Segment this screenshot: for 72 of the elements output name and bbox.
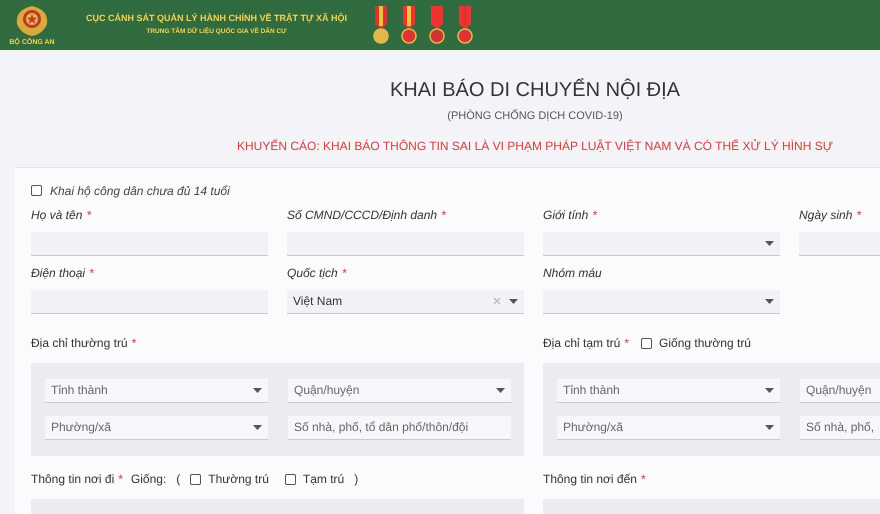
checkbox[interactable] [284, 474, 296, 484]
field-label: Điện thoại [31, 265, 86, 282]
field-label: Thông tin nơi đến [543, 471, 637, 488]
checkbox-label: Khai hộ công dân chưa đủ 14 tuổi [50, 182, 230, 200]
input-field[interactable]: Số nhà, phố, tổ dân phố/thôn/đội [288, 416, 511, 440]
select-field[interactable]: Phường/xã [45, 416, 268, 440]
field-label: Nhóm máu [543, 265, 602, 282]
select-field[interactable] [543, 232, 780, 256]
select-field[interactable] [543, 290, 780, 314]
field-label: Địa chỉ tạm trú [543, 335, 620, 352]
required-mark: * [441, 207, 446, 224]
warning-text: KHUYẾN CÁO: KHAI BÁO THÔNG TIN SAI LÀ VI PHẠM PHÁP LUẬT VIỆT NAM VÀ CÓ THỂ XỬ LÝ HÌNH SỰ [237, 138, 833, 154]
field-label: Địa chỉ thường trú [31, 335, 128, 352]
input-field[interactable] [287, 232, 524, 256]
medal-icon [428, 6, 445, 44]
required-mark: * [640, 471, 646, 488]
caret-icon [765, 388, 774, 392]
input-field[interactable] [31, 232, 268, 256]
field-label: Quốc tịch [287, 265, 338, 282]
medal-icon [456, 6, 473, 44]
caret-icon [765, 240, 774, 246]
select-field[interactable]: Tỉnh thành [557, 378, 780, 402]
placeholder-text: Quận/huyện [294, 382, 360, 399]
placeholder-text: Tỉnh thành [563, 382, 621, 399]
checkbox-label: Tạm trú [302, 471, 344, 488]
required-mark: * [856, 207, 862, 224]
paren-text: ( [176, 471, 180, 488]
select-field[interactable]: Quận/huyện [800, 378, 880, 402]
caret-icon [496, 388, 505, 392]
field-label: Giới tính [543, 207, 588, 224]
required-mark: * [624, 335, 630, 352]
page-subtitle: (PHÒNG CHỐNG DỊCH COVID-19) [447, 108, 623, 124]
placeholder-text: Phường/xã [563, 419, 624, 436]
field-label: Họ và tên [31, 207, 82, 224]
select-field[interactable]: Tỉnh thành [45, 378, 268, 402]
checkbox-label: Giống thường trú [659, 335, 751, 352]
paren-text: ) [354, 471, 358, 488]
checkbox-label: Thường trú [208, 471, 269, 488]
caret-icon [253, 424, 262, 430]
caret-icon [765, 298, 774, 304]
required-mark: * [342, 265, 346, 282]
placeholder-text: Số nhà, phố, tổ dân phố/thôn/đội [294, 419, 470, 436]
medal-icon [372, 6, 389, 44]
required-mark: * [592, 207, 597, 224]
placeholder-text: Phường/xã [51, 419, 112, 436]
required-mark: * [132, 335, 136, 352]
required-mark: * [86, 207, 92, 224]
field-value: Việt Nam [293, 293, 344, 310]
caret-icon [253, 388, 262, 392]
agency-name: CỤC CẢNH SÁT QUẢN LÝ HÀNH CHÍNH VỀ TRẬT TỰ XÃ HỘI [86, 14, 347, 24]
caret-icon [509, 298, 518, 304]
same-label: Giống: [130, 471, 166, 488]
clear-icon[interactable] [493, 297, 501, 305]
checkbox[interactable] [190, 474, 202, 484]
medal-icon [400, 6, 417, 44]
field-label: Thông tin nơi đi [31, 471, 114, 488]
input-field[interactable]: Số nhà, phố, [800, 416, 880, 440]
select-field[interactable]: Việt Nam [287, 290, 524, 314]
select-field[interactable]: Quận/huyện [288, 378, 511, 402]
field-label: Ngày sinh [799, 207, 852, 224]
field-label: Số CMND/CCCD/Định danh [287, 207, 438, 224]
placeholder-text: Số nhà, phố, [806, 419, 876, 436]
placeholder-text: Tỉnh thành [51, 382, 109, 399]
checkbox[interactable] [31, 185, 42, 196]
checkbox[interactable] [641, 338, 652, 348]
required-mark: * [118, 471, 123, 488]
required-mark: * [89, 265, 94, 282]
select-field[interactable]: Phường/xã [557, 416, 780, 440]
input-field[interactable] [31, 290, 268, 314]
caret-icon [765, 424, 774, 430]
placeholder-text: Quận/huyện [806, 382, 872, 399]
page-title: KHAI BÁO DI CHUYỂN NỘI ĐỊA [390, 78, 680, 102]
